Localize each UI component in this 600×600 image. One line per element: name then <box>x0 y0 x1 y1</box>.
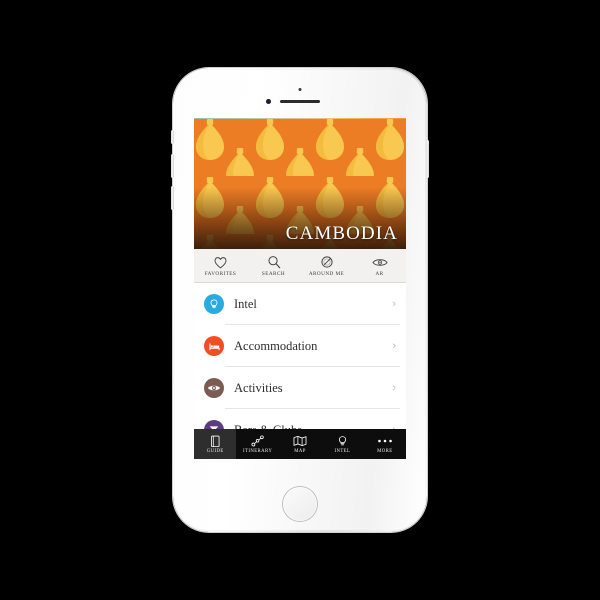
book-icon <box>210 434 221 448</box>
eye-icon <box>371 255 388 270</box>
heart-icon <box>213 255 228 270</box>
ellipsis-icon <box>377 434 393 448</box>
quick-action-bar: FAVORITES SEARCH AROUND ME AR <box>194 249 406 283</box>
list-item-activities[interactable]: Activities › <box>194 367 406 409</box>
tab-label: MORE <box>377 449 393 454</box>
proximity-sensor <box>298 88 302 91</box>
tab-map[interactable]: MAP <box>279 429 321 459</box>
quick-action-label: AR <box>375 270 384 277</box>
lightbulb-icon <box>337 434 348 448</box>
tab-label: ITINERARY <box>243 449 273 454</box>
volume-up-button[interactable] <box>171 154 174 178</box>
category-list: Intel › Accommodation › Activities › <box>194 283 406 451</box>
front-camera-icon <box>266 99 271 104</box>
route-icon <box>251 434 265 448</box>
page-title: CAMBODIA <box>285 223 398 244</box>
hero-banner: CAMBODIA <box>194 118 406 249</box>
lightbulb-icon <box>204 294 224 314</box>
compass-icon <box>320 255 334 270</box>
quick-action-label: AROUND ME <box>308 270 345 277</box>
silent-switch-button[interactable] <box>171 130 174 144</box>
earpiece-speaker <box>280 100 320 103</box>
chevron-right-icon: › <box>392 340 396 352</box>
phone-screen: CAMBODIA FAVORITES SEARCH AROUND ME AR I… <box>194 118 406 459</box>
list-item-intel[interactable]: Intel › <box>194 283 406 325</box>
quick-action-ar[interactable]: AR <box>353 249 406 282</box>
tab-label: MAP <box>294 449 306 454</box>
bed-icon <box>204 336 224 356</box>
phone-device: CAMBODIA FAVORITES SEARCH AROUND ME AR I… <box>171 68 429 532</box>
tab-itinerary[interactable]: ITINERARY <box>236 429 278 459</box>
list-item-label: Activities <box>234 380 283 395</box>
home-button[interactable] <box>283 487 317 521</box>
quick-action-label: SEARCH <box>261 270 286 277</box>
power-button[interactable] <box>426 140 429 178</box>
bottom-tab-bar: GUIDE ITINERARY MAP INTEL MORE <box>194 429 406 459</box>
volume-down-button[interactable] <box>171 186 174 210</box>
quick-action-around-me[interactable]: AROUND ME <box>300 249 353 282</box>
hero-top-accent <box>194 118 406 119</box>
tab-label: GUIDE <box>206 449 224 454</box>
tab-label: INTEL <box>334 449 351 454</box>
list-item-accommodation[interactable]: Accommodation › <box>194 325 406 367</box>
quick-action-search[interactable]: SEARCH <box>247 249 300 282</box>
tab-more[interactable]: MORE <box>364 429 406 459</box>
list-item-label: Accommodation <box>234 338 318 353</box>
list-item-label: Intel <box>234 296 257 311</box>
eye-icon <box>204 378 224 398</box>
map-icon <box>293 434 307 448</box>
search-icon <box>267 255 281 270</box>
chevron-right-icon: › <box>392 298 396 310</box>
tab-intel[interactable]: INTEL <box>321 429 363 459</box>
tab-guide[interactable]: GUIDE <box>194 429 237 459</box>
quick-action-favorites[interactable]: FAVORITES <box>194 249 247 282</box>
chevron-right-icon: › <box>392 382 396 394</box>
quick-action-label: FAVORITES <box>204 270 237 277</box>
